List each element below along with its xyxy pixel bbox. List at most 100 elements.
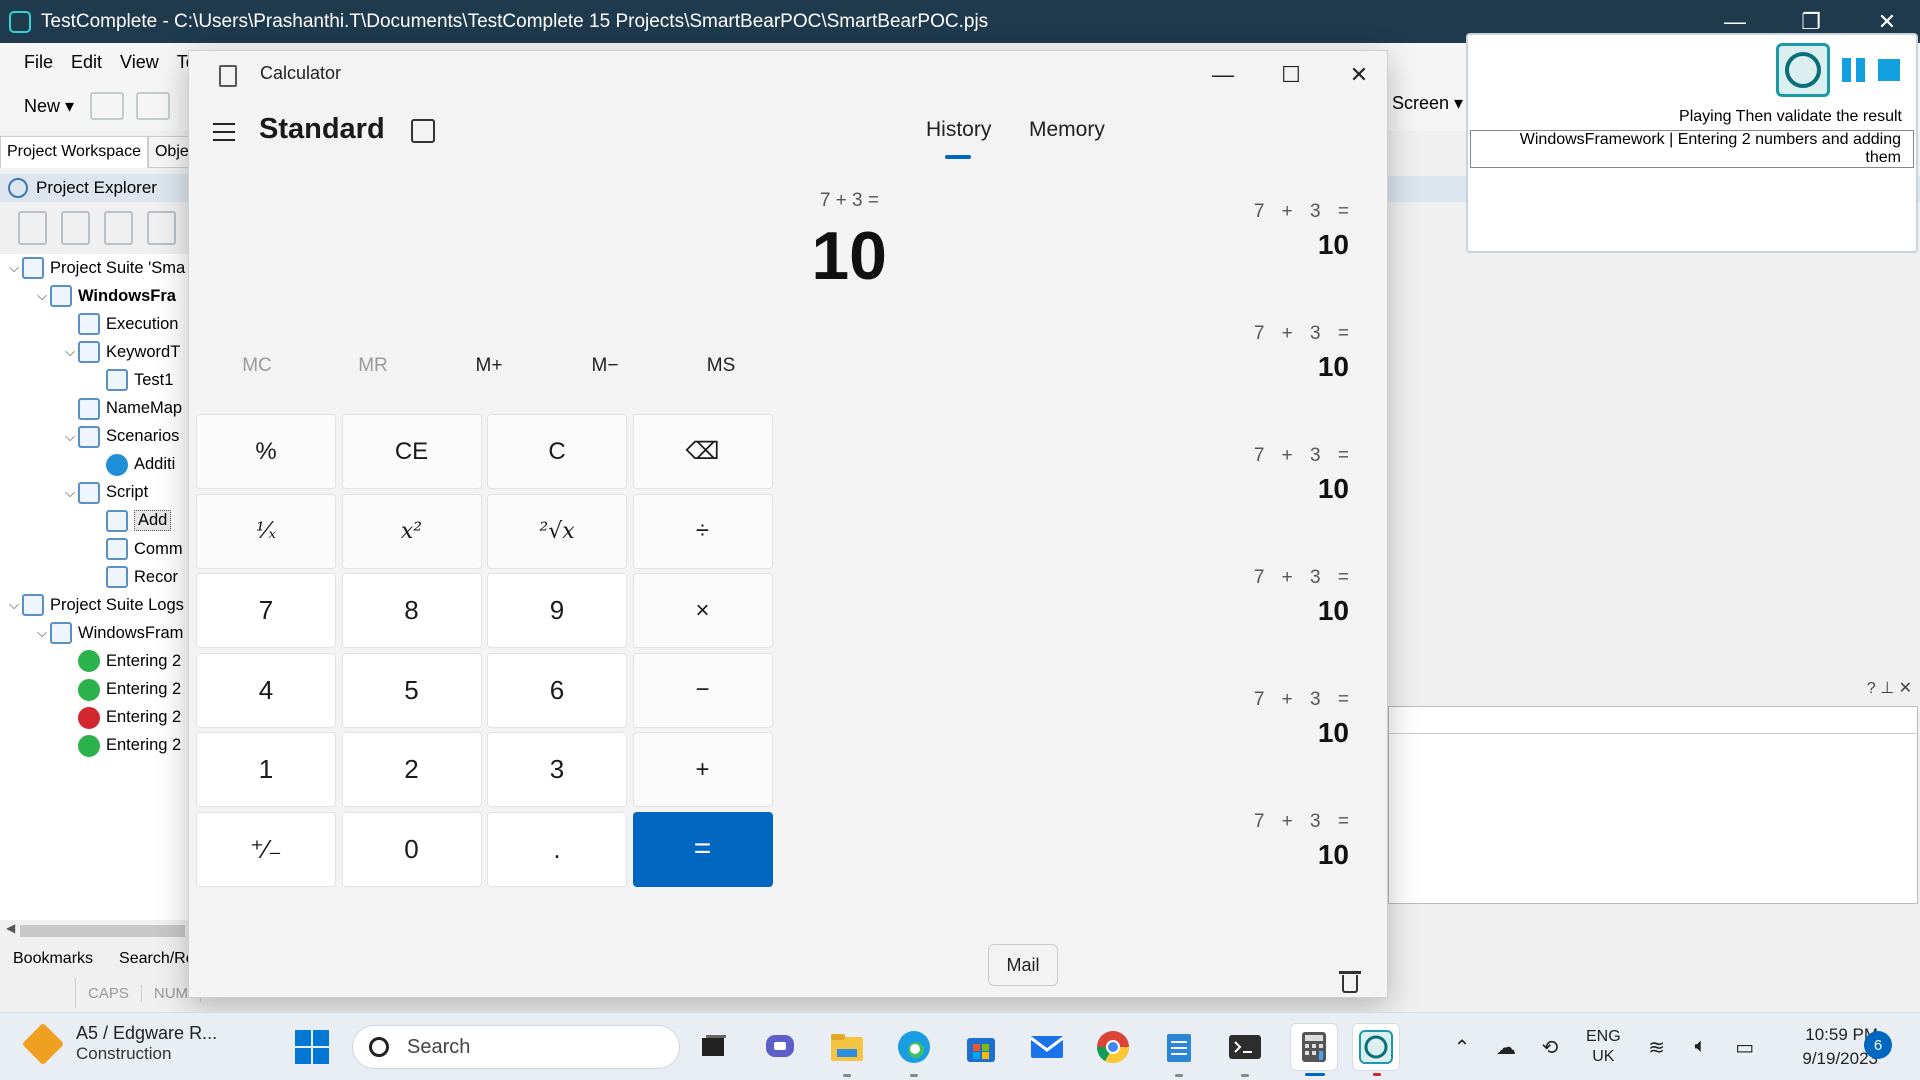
digit-0-button[interactable]: 0: [341, 811, 482, 887]
tree-item[interactable]: Entering 2: [62, 676, 181, 704]
properties-icon[interactable]: [147, 211, 176, 245]
tree-item[interactable]: ⌵ Project Suite Logs: [6, 591, 184, 619]
screen-dropdown[interactable]: Screen ▾: [1392, 93, 1463, 114]
tree-item[interactable]: Entering 2: [62, 647, 181, 675]
memory-subtract-button[interactable]: M−: [547, 355, 663, 395]
digit-5-button[interactable]: 5: [341, 652, 482, 728]
memory-add-button[interactable]: M+: [431, 355, 547, 395]
tree-item[interactable]: NameMap: [62, 395, 182, 423]
store-button[interactable]: [961, 1027, 1001, 1067]
tree-item[interactable]: ⌵ Scenarios: [62, 423, 179, 451]
history-item[interactable]: 7 + 3 = 10: [1049, 811, 1349, 871]
digit-4-button[interactable]: 4: [196, 652, 336, 728]
digit-8-button[interactable]: 8: [341, 573, 482, 648]
digit-3-button[interactable]: 3: [487, 732, 627, 807]
wifi-icon[interactable]: ≋: [1645, 1035, 1669, 1059]
start-button[interactable]: [292, 1027, 332, 1067]
testcomplete-taskbar-button[interactable]: [1352, 1023, 1400, 1076]
subtract-button[interactable]: −: [632, 652, 773, 728]
task-view-button[interactable]: [694, 1027, 734, 1067]
history-item[interactable]: 7 + 3 = 10: [1049, 689, 1349, 749]
percent-button[interactable]: %: [196, 414, 336, 489]
tree-item[interactable]: Recor: [90, 563, 178, 591]
square-button[interactable]: x²: [341, 493, 482, 569]
clear-history-icon[interactable]: [1339, 969, 1361, 993]
volume-icon[interactable]: 🔈︎: [1689, 1035, 1713, 1059]
tab-memory[interactable]: Memory: [1029, 118, 1105, 142]
tree-item[interactable]: ⌵ WindowsFram: [34, 619, 183, 647]
digit-6-button[interactable]: 6: [487, 652, 627, 728]
hamburger-menu-icon[interactable]: [213, 123, 235, 141]
tab-project-workspace[interactable]: Project Workspace: [0, 136, 148, 168]
chevron-down-icon[interactable]: ⌵: [6, 260, 22, 276]
menu-file[interactable]: File: [24, 52, 53, 73]
add-existing-item-icon[interactable]: [104, 211, 133, 245]
add-new-project-item-icon[interactable]: [18, 211, 47, 245]
negate-button[interactable]: ⁺⁄₋: [196, 811, 336, 887]
digit-2-button[interactable]: 2: [341, 732, 482, 807]
calculator-taskbar-button[interactable]: [1290, 1023, 1338, 1076]
tree-item[interactable]: Additi: [90, 451, 175, 479]
project-tree-scrollbar[interactable]: ◀: [0, 920, 190, 942]
tree-item[interactable]: Entering 2: [62, 704, 181, 732]
chevron-down-icon[interactable]: ⌵: [62, 485, 78, 501]
tree-item[interactable]: ⌵ KeywordT: [62, 338, 180, 366]
lower-panel-controls[interactable]: ? ⊥ ✕: [1867, 678, 1912, 698]
add-button[interactable]: +: [632, 732, 773, 807]
divide-button[interactable]: ÷: [632, 493, 773, 569]
chevron-up-icon[interactable]: ⌃: [1450, 1035, 1474, 1059]
square-root-button[interactable]: ²√x: [487, 493, 627, 569]
tree-item[interactable]: ⌵ Project Suite 'Sma: [6, 254, 185, 282]
maximize-icon[interactable]: ☐: [1257, 51, 1325, 99]
battery-icon[interactable]: ▭: [1733, 1035, 1757, 1059]
history-item[interactable]: 7 + 3 = 10: [1049, 567, 1349, 627]
history-item[interactable]: 7 + 3 = 10: [1049, 445, 1349, 505]
close-project-icon[interactable]: [136, 92, 171, 120]
tree-item[interactable]: ⌵ WindowsFra: [34, 282, 176, 310]
tree-item[interactable]: Add: [90, 507, 172, 535]
mail-button[interactable]: [1027, 1027, 1067, 1067]
backspace-button[interactable]: ⌫: [632, 414, 773, 489]
open-folder-icon[interactable]: [90, 92, 125, 120]
close-icon[interactable]: ✕: [1325, 51, 1393, 99]
equals-button[interactable]: =: [632, 811, 773, 887]
onedrive-icon[interactable]: ☁: [1494, 1035, 1518, 1059]
notepad-button[interactable]: [1159, 1027, 1199, 1077]
scrollbar-thumb[interactable]: [20, 925, 185, 937]
digit-7-button[interactable]: 7: [196, 573, 336, 648]
chevron-down-icon[interactable]: ⌵: [62, 429, 78, 445]
menu-view[interactable]: View: [120, 52, 159, 73]
chrome-button[interactable]: [1093, 1027, 1133, 1067]
chevron-down-icon[interactable]: ⌵: [6, 597, 22, 613]
add-new-item-icon[interactable]: [61, 211, 90, 245]
minimize-icon[interactable]: —: [1189, 51, 1257, 99]
tree-item[interactable]: Test1: [90, 366, 173, 394]
pause-icon[interactable]: [1842, 58, 1866, 82]
decimal-button[interactable]: .: [487, 811, 627, 887]
keep-on-top-icon[interactable]: [411, 119, 435, 143]
clock[interactable]: 10:59 PM 9/19/2023: [1770, 1023, 1878, 1071]
digit-1-button[interactable]: 1: [196, 732, 336, 807]
teams-chat-button[interactable]: [760, 1027, 800, 1067]
notification-badge[interactable]: 6: [1864, 1031, 1892, 1059]
multiply-button[interactable]: ×: [632, 573, 773, 648]
taskbar-widget[interactable]: A5 / Edgware R... Construction: [21, 1022, 217, 1065]
memory-store-button[interactable]: MS: [663, 355, 779, 395]
edge-button[interactable]: [894, 1027, 934, 1077]
chevron-down-icon[interactable]: ⌵: [34, 625, 50, 641]
stop-icon[interactable]: [1878, 59, 1900, 81]
new-dropdown-button[interactable]: New ▾: [24, 96, 74, 117]
scroll-left-icon[interactable]: ◀: [6, 921, 15, 935]
menu-edit[interactable]: Edit: [71, 52, 102, 73]
digit-9-button[interactable]: 9: [487, 573, 627, 648]
history-item[interactable]: 7 + 3 = 10: [1049, 201, 1349, 261]
chevron-down-icon[interactable]: ⌵: [34, 288, 50, 304]
sync-icon[interactable]: ⟲: [1538, 1035, 1562, 1059]
tree-item[interactable]: ⌵ Script: [62, 479, 148, 507]
history-item[interactable]: 7 + 3 = 10: [1049, 323, 1349, 383]
terminal-button[interactable]: [1225, 1027, 1265, 1077]
language-indicator[interactable]: ENG UK: [1586, 1027, 1621, 1067]
file-explorer-button[interactable]: [827, 1027, 867, 1077]
chevron-down-icon[interactable]: ⌵: [62, 344, 78, 360]
tab-bookmarks[interactable]: Bookmarks: [0, 946, 106, 974]
